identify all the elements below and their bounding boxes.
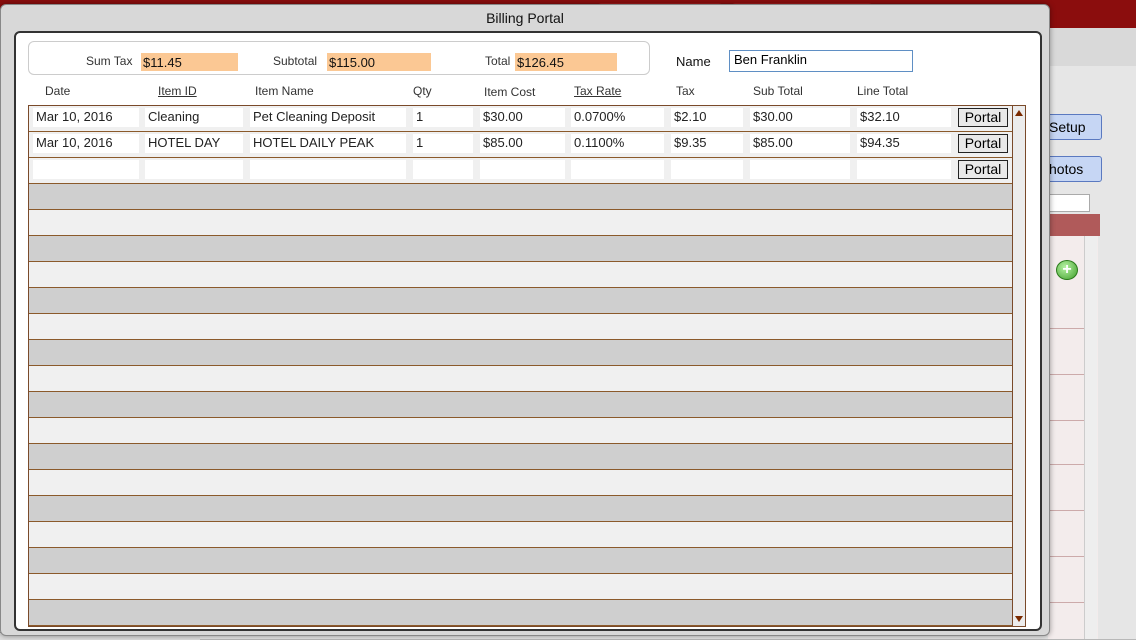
sub-total-cell[interactable] bbox=[750, 160, 850, 179]
empty-row bbox=[29, 574, 1013, 600]
tax-rate-cell[interactable]: 0.0700% bbox=[571, 108, 664, 127]
app-panel-header bbox=[1048, 214, 1100, 236]
line-total-cell[interactable]: $32.10 bbox=[857, 108, 951, 127]
summary-box: Sum Tax $11.45 Subtotal $115.00 Total $1… bbox=[28, 41, 650, 75]
item-id-cell[interactable]: HOTEL DAY bbox=[145, 134, 243, 153]
portal-button[interactable]: Portal bbox=[958, 108, 1008, 127]
total-label: Total bbox=[485, 54, 511, 68]
col-header-item-id[interactable]: Item ID bbox=[158, 84, 197, 98]
subtotal-field[interactable]: $115.00 bbox=[327, 53, 431, 71]
col-header-qty: Qty bbox=[413, 84, 432, 98]
tax-rate-cell[interactable] bbox=[571, 160, 664, 179]
qty-cell[interactable]: 1 bbox=[413, 134, 473, 153]
line-total-cell[interactable] bbox=[857, 160, 951, 179]
empty-row bbox=[29, 600, 1013, 626]
tax-cell[interactable] bbox=[671, 160, 743, 179]
item-cost-cell[interactable] bbox=[480, 160, 565, 179]
empty-row bbox=[29, 392, 1013, 418]
col-header-tax: Tax bbox=[676, 84, 695, 98]
empty-row bbox=[29, 418, 1013, 444]
qty-cell[interactable] bbox=[413, 160, 473, 179]
portal-button[interactable]: Portal bbox=[958, 134, 1008, 153]
item-id-cell[interactable] bbox=[145, 160, 243, 179]
item-name-cell[interactable]: HOTEL DAILY PEAK bbox=[250, 134, 406, 153]
portal-button[interactable]: Portal bbox=[958, 160, 1008, 179]
app-panel-scrollbar[interactable] bbox=[1084, 236, 1097, 639]
empty-row bbox=[29, 236, 1013, 262]
item-name-cell[interactable]: Pet Cleaning Deposit bbox=[250, 108, 406, 127]
name-field[interactable]: Ben Franklin bbox=[729, 50, 913, 72]
col-header-item-cost: Item Cost bbox=[484, 85, 536, 99]
sum-tax-field[interactable]: $11.45 bbox=[141, 53, 238, 71]
col-header-tax-rate[interactable]: Tax Rate bbox=[574, 84, 621, 98]
col-header-line-total: Line Total bbox=[857, 84, 909, 98]
qty-cell[interactable]: 1 bbox=[413, 108, 473, 127]
col-header-sub-total: Sub Total bbox=[753, 84, 803, 98]
empty-row bbox=[29, 184, 1013, 210]
line-total-cell[interactable]: $94.35 bbox=[857, 134, 951, 153]
sub-total-cell[interactable]: $30.00 bbox=[750, 108, 850, 127]
empty-row bbox=[29, 548, 1013, 574]
empty-row bbox=[29, 444, 1013, 470]
billing-portal-dialog: Billing Portal Sum Tax $11.45 Subtotal $… bbox=[0, 4, 1050, 636]
name-label: Name bbox=[676, 54, 711, 69]
empty-row bbox=[29, 314, 1013, 340]
tax-rate-cell[interactable]: 0.1100% bbox=[571, 134, 664, 153]
subtotal-label: Subtotal bbox=[273, 54, 318, 68]
date-cell[interactable]: Mar 10, 2016 bbox=[33, 134, 139, 153]
table-row: Mar 10, 2016 Cleaning Pet Cleaning Deposit… bbox=[29, 106, 1013, 132]
empty-row bbox=[29, 262, 1013, 288]
item-id-cell[interactable]: Cleaning bbox=[145, 108, 243, 127]
tax-cell[interactable]: $9.35 bbox=[671, 134, 743, 153]
empty-row bbox=[29, 496, 1013, 522]
empty-row bbox=[29, 210, 1013, 236]
date-cell[interactable] bbox=[33, 160, 139, 179]
dialog-content: Sum Tax $11.45 Subtotal $115.00 Total $1… bbox=[14, 31, 1042, 631]
sum-tax-label: Sum Tax bbox=[86, 54, 133, 68]
table-row: Mar 10, 2016 HOTEL DAY HOTEL DAILY PEAK 1 $8… bbox=[29, 132, 1013, 158]
item-name-cell[interactable] bbox=[250, 160, 406, 179]
empty-row bbox=[29, 340, 1013, 366]
add-icon[interactable]: + bbox=[1056, 260, 1078, 280]
sub-total-cell[interactable]: $85.00 bbox=[750, 134, 850, 153]
item-cost-cell[interactable]: $30.00 bbox=[480, 108, 565, 127]
dialog-title: Billing Portal bbox=[486, 10, 564, 26]
empty-row bbox=[29, 522, 1013, 548]
col-header-date: Date bbox=[45, 84, 71, 98]
scroll-up-icon[interactable] bbox=[1015, 110, 1023, 116]
tax-cell[interactable]: $2.10 bbox=[671, 108, 743, 127]
empty-row bbox=[29, 470, 1013, 496]
empty-row bbox=[29, 366, 1013, 392]
scroll-down-icon[interactable] bbox=[1015, 616, 1023, 622]
app-small-input[interactable] bbox=[1048, 194, 1090, 212]
date-cell[interactable]: Mar 10, 2016 bbox=[33, 108, 139, 127]
line-items-grid: Mar 10, 2016 Cleaning Pet Cleaning Deposit… bbox=[28, 105, 1014, 627]
item-cost-cell[interactable]: $85.00 bbox=[480, 134, 565, 153]
table-row: Portal bbox=[29, 158, 1013, 184]
total-field[interactable]: $126.45 bbox=[515, 53, 617, 71]
grid-scrollbar[interactable] bbox=[1012, 105, 1026, 627]
col-header-item-name: Item Name bbox=[255, 84, 314, 98]
empty-row bbox=[29, 288, 1013, 314]
